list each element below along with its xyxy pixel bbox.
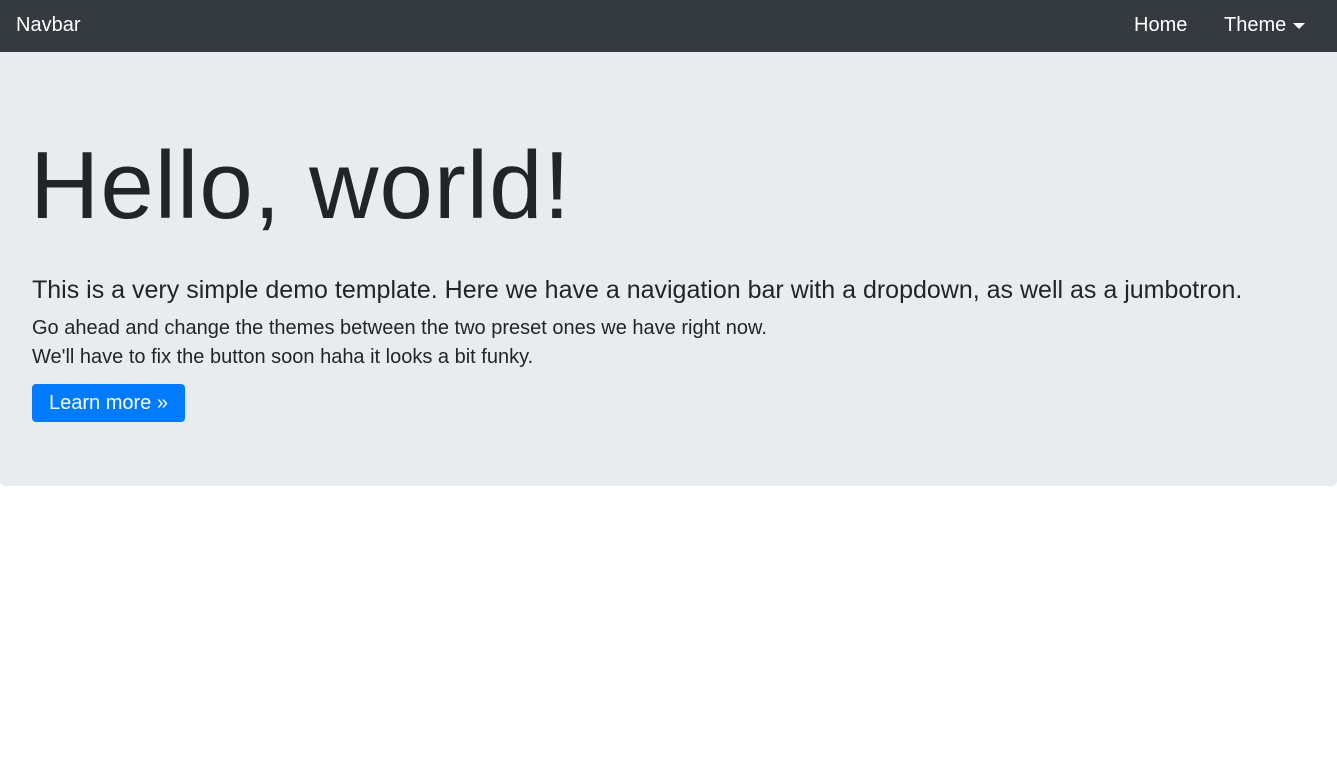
learn-more-button[interactable]: Learn more » (32, 384, 185, 422)
paragraph-line-1: Go ahead and change the themes between t… (32, 317, 767, 339)
jumbotron: Hello, world! This is a very simple demo… (0, 52, 1337, 486)
navbar: Navbar Home Theme (0, 0, 1337, 52)
theme-dropdown-label: Theme (1224, 14, 1287, 36)
jumbotron-heading: Hello, world! (30, 132, 572, 239)
paragraph-line-2: We'll have to fix the button soon haha i… (32, 346, 534, 368)
jumbotron-paragraph: Go ahead and change the themes between t… (32, 314, 767, 372)
theme-dropdown-toggle[interactable]: Theme (1224, 13, 1306, 37)
nav-link-home[interactable]: Home (1134, 13, 1187, 37)
jumbotron-lead: This is a very simple demo template. Her… (32, 276, 1243, 304)
caret-down-icon (1293, 23, 1306, 29)
navbar-brand[interactable]: Navbar (16, 13, 80, 37)
